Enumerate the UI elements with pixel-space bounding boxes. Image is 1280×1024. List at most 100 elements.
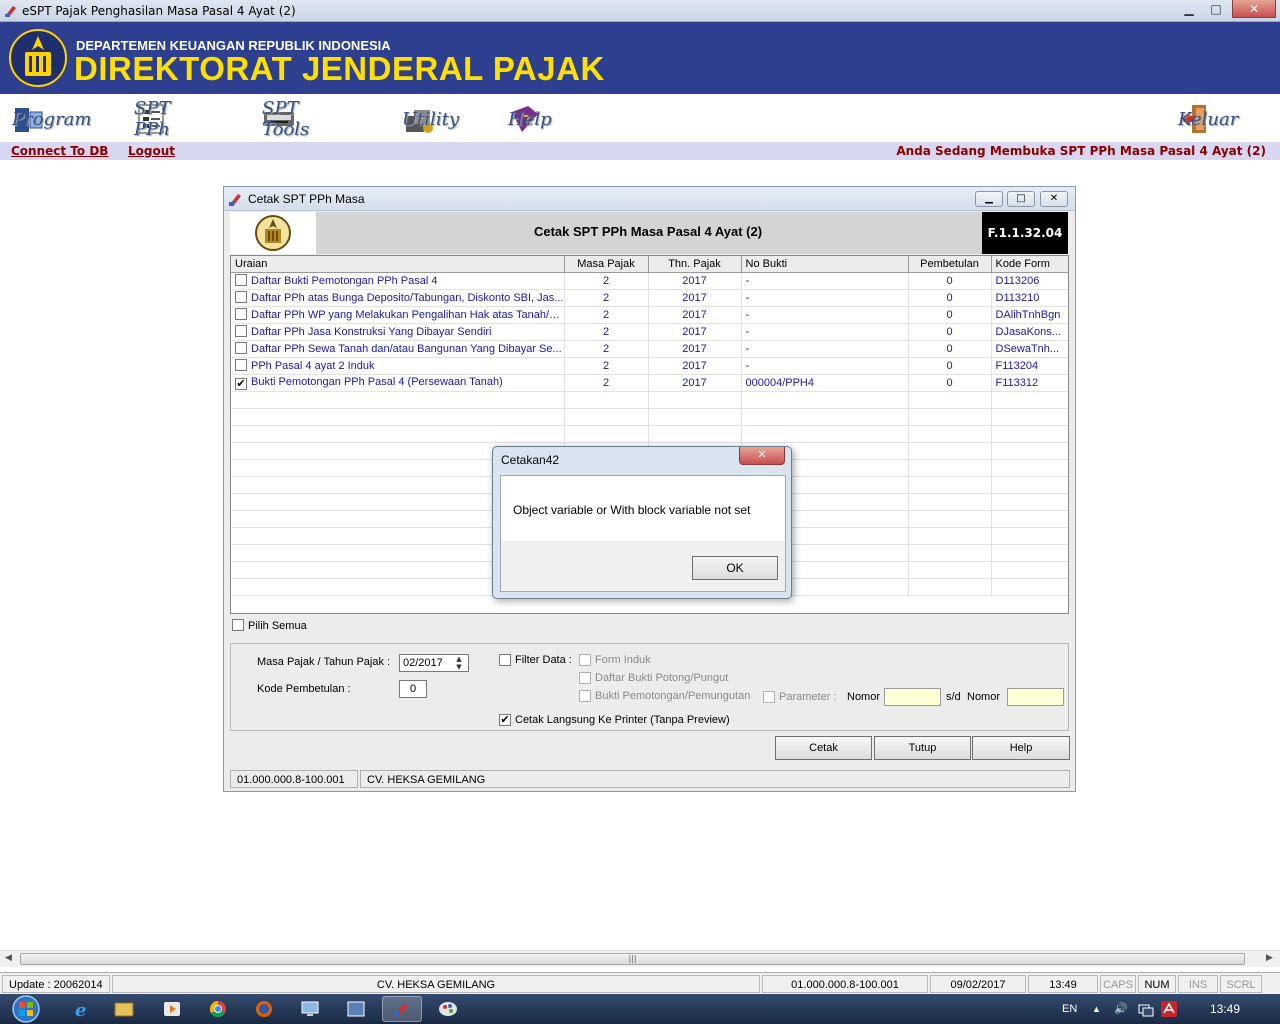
parameter-checkbox[interactable] xyxy=(763,691,775,703)
table-row[interactable]: Daftar PPh Sewa Tanah dan/atau Bangunan … xyxy=(231,340,1068,358)
table-row[interactable]: Daftar Bukti Pemotongan PPh Pasal 4 2 2017… xyxy=(231,272,1068,290)
toolbar-help[interactable]: ? Help xyxy=(508,102,552,136)
paint-icon[interactable] xyxy=(428,996,468,1022)
dialog-close-button[interactable]: ✕ xyxy=(1040,191,1068,207)
toolbar-program[interactable]: Program xyxy=(12,102,91,136)
row-checkbox[interactable] xyxy=(235,291,247,303)
firefox-icon[interactable] xyxy=(244,996,284,1022)
cetak-langsung-label: Cetak Langsung Ke Printer (Tanpa Preview… xyxy=(515,714,730,726)
cell-text: - xyxy=(745,325,750,338)
col-uraian[interactable]: Uraian xyxy=(231,256,565,273)
form-induk-checkbox[interactable] xyxy=(579,654,591,666)
connect-db-link[interactable]: Connect To DB xyxy=(11,144,108,158)
row-checkbox[interactable] xyxy=(235,359,247,371)
col-masa-pajak[interactable]: Masa Pajak xyxy=(564,256,649,273)
help-button[interactable]: Help xyxy=(972,736,1070,760)
cell-text: F113204 xyxy=(995,359,1039,372)
scroll-right-icon[interactable]: ▶ xyxy=(1266,953,1273,963)
empty-cell xyxy=(991,561,1068,579)
language-indicator[interactable]: EN xyxy=(1062,994,1077,1024)
network-icon[interactable] xyxy=(1138,1003,1154,1017)
pilih-semua-checkbox[interactable] xyxy=(232,619,244,631)
tray-expand-icon[interactable]: ▲ xyxy=(1092,994,1101,1024)
cell-text: 2017 xyxy=(682,325,707,338)
antivirus-icon[interactable] xyxy=(1160,1000,1178,1018)
cell-uraian: Daftar PPh atas Bunga Deposito/Tabungan,… xyxy=(231,289,565,307)
ok-button[interactable]: OK xyxy=(692,556,778,580)
cell-text: DAlihTnhBgn xyxy=(995,308,1061,321)
media-player-icon[interactable] xyxy=(152,996,192,1022)
row-checkbox[interactable] xyxy=(235,274,247,286)
empty-cell xyxy=(648,425,742,443)
logout-link[interactable]: Logout xyxy=(128,144,175,158)
cell-uraian: Daftar PPh Jasa Konstruksi Yang Dibayar … xyxy=(231,323,565,341)
nomor-to-input[interactable] xyxy=(1007,688,1064,706)
empty-cell xyxy=(564,391,649,409)
masa-tahun-spinner[interactable]: ▲ ▼ xyxy=(451,655,467,671)
espt-window-icon[interactable] xyxy=(336,996,376,1022)
bukti-pemotongan-checkbox[interactable] xyxy=(579,690,591,702)
svg-text:e: e xyxy=(75,1000,86,1021)
toolbar-utility[interactable]: Utility xyxy=(402,102,459,136)
scroll-thumb[interactable]: ||| xyxy=(20,953,1245,965)
pilih-semua-label: Pilih Semua xyxy=(248,620,307,632)
cell-text: - xyxy=(745,274,750,287)
table-row[interactable]: Daftar PPh atas Bunga Deposito/Tabungan,… xyxy=(231,289,1068,307)
cetak-button[interactable]: Cetak xyxy=(775,736,872,760)
cell-uraian: Daftar PPh Sewa Tanah dan/atau Bangunan … xyxy=(231,340,565,358)
kode-pembetulan-input[interactable]: 0 xyxy=(399,680,427,698)
scroll-left-icon[interactable]: ◀ xyxy=(5,953,12,963)
col-thn-pajak[interactable]: Thn. Pajak xyxy=(648,256,742,273)
volume-icon[interactable]: 🔊 xyxy=(1114,994,1128,1024)
table-row[interactable]: ✔ Bukti Pemotongan PPh Pasal 4 (Persewaan… xyxy=(231,374,1068,392)
remote-desktop-icon[interactable] xyxy=(290,996,330,1022)
cell-text: Daftar PPh atas Bunga Deposito/Tabungan,… xyxy=(251,292,564,304)
cell-text: 0 xyxy=(946,308,953,321)
row-checkbox[interactable] xyxy=(235,325,247,337)
dialog-maximize-button[interactable]: □ xyxy=(1007,191,1035,207)
start-button-icon[interactable] xyxy=(4,994,44,1024)
cell-text: 2 xyxy=(602,291,610,304)
toolbar-keluar[interactable]: Keluar xyxy=(1178,102,1238,136)
empty-cell xyxy=(908,459,992,477)
toolbar-spt-pph[interactable]: SPT PPh xyxy=(134,98,172,140)
table-row[interactable]: PPh Pasal 4 ayat 2 Induk 2 2017 - 0 F113204 xyxy=(231,357,1068,375)
parameter-label: Parameter : xyxy=(779,691,837,703)
col-pembetulan[interactable]: Pembetulan xyxy=(908,256,992,273)
table-row[interactable]: Daftar PPh WP yang Melakukan Pengalihan … xyxy=(231,306,1068,324)
ie-icon[interactable]: e xyxy=(62,996,102,1022)
message-close-icon[interactable]: ✕ xyxy=(739,447,785,465)
empty-row xyxy=(231,391,1068,409)
tutup-button[interactable]: Tutup xyxy=(874,736,971,760)
empty-cell xyxy=(908,578,992,596)
col-kode-form[interactable]: Kode Form xyxy=(991,256,1068,273)
daftar-bukti-checkbox[interactable] xyxy=(579,672,591,684)
toolbar-spt-tools[interactable]: SPT Tools xyxy=(262,98,309,140)
row-checkbox[interactable] xyxy=(235,308,247,320)
maximize-button[interactable]: □ xyxy=(1203,0,1229,18)
table-row[interactable]: Daftar PPh Jasa Konstruksi Yang Dibayar … xyxy=(231,323,1068,341)
col-no-bukti[interactable]: No Bukti xyxy=(741,256,909,273)
chrome-icon[interactable] xyxy=(198,996,238,1022)
cell-kode: DAlihTnhBgn xyxy=(991,306,1068,324)
cell-text: 0 xyxy=(946,325,953,338)
cetak-langsung-checkbox[interactable]: ✔ xyxy=(499,714,511,726)
cell-masa: 2 xyxy=(564,289,649,307)
espt-active-window-icon[interactable] xyxy=(382,996,422,1022)
cell-text: 2 xyxy=(602,325,610,338)
explorer-folder-icon[interactable] xyxy=(104,996,144,1022)
dialog-minimize-button[interactable]: ▁ xyxy=(975,191,1003,207)
pilih-semua-option[interactable]: Pilih Semua xyxy=(232,619,307,632)
minimize-button[interactable]: ▁ xyxy=(1176,0,1202,18)
row-checkbox[interactable] xyxy=(235,342,247,354)
filter-data-checkbox[interactable] xyxy=(499,654,511,666)
horizontal-scrollbar[interactable]: ◀ ||| ▶ xyxy=(0,950,1280,967)
row-checkbox[interactable]: ✔ xyxy=(235,377,247,390)
empty-cell xyxy=(991,578,1068,596)
empty-cell xyxy=(991,527,1068,545)
cell-text: Daftar Bukti Pemotongan PPh Pasal 4 xyxy=(251,275,438,287)
open-spt-info: Anda Sedang Membuka SPT PPh Masa Pasal 4… xyxy=(896,144,1266,158)
cell-text: F113312 xyxy=(995,376,1039,389)
nomor-from-input[interactable] xyxy=(884,688,941,706)
close-button[interactable]: ✕ xyxy=(1232,0,1276,18)
